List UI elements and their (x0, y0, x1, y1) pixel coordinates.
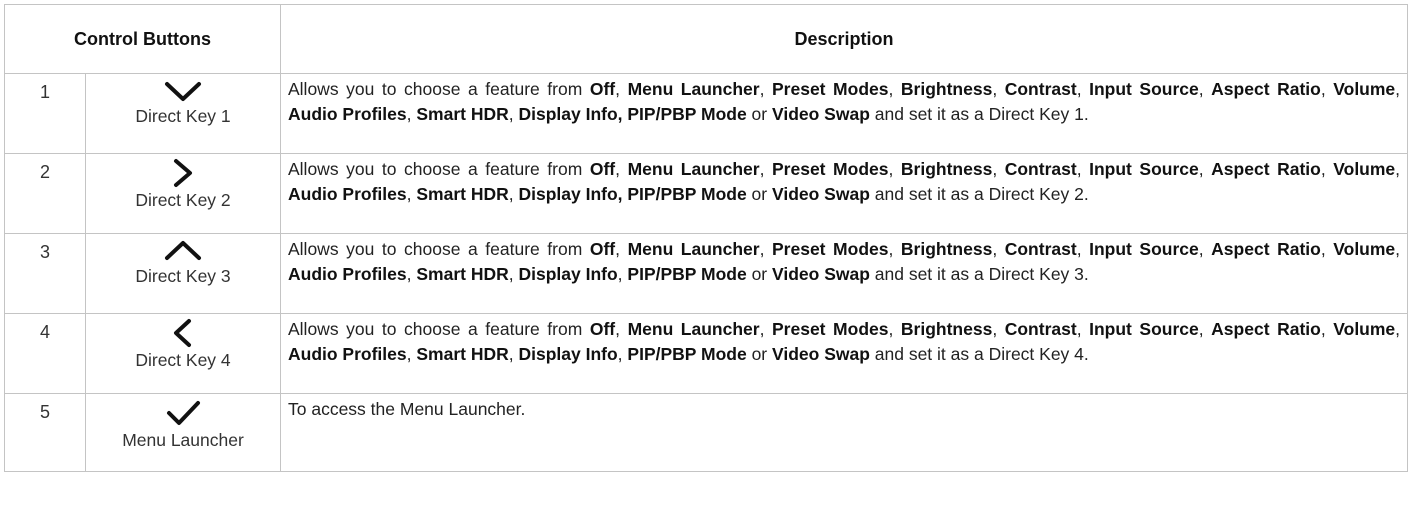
control-buttons-table: Control Buttons Description 1 Direct Key… (4, 4, 1408, 472)
row-number: 4 (4, 313, 86, 394)
table-row: 2 Direct Key 2 Allows you to choose a fe… (4, 153, 1408, 234)
header-description: Description (280, 4, 1408, 74)
chevron-down-icon (165, 82, 201, 101)
description-cell: Allows you to choose a feature from Off,… (280, 73, 1408, 154)
row-number: 3 (4, 233, 86, 314)
table-header-row: Control Buttons Description (4, 4, 1408, 74)
row-number: 2 (4, 153, 86, 234)
control-button-cell: Menu Launcher (85, 393, 281, 472)
table-row: 4 Direct Key 4 Allows you to choose a fe… (4, 313, 1408, 394)
control-button-cell: Direct Key 1 (85, 73, 281, 154)
row-number: 1 (4, 73, 86, 154)
chevron-up-icon (165, 241, 201, 260)
description-cell: Allows you to choose a feature from Off,… (280, 153, 1408, 234)
table-row: 1 Direct Key 1 Allows you to choose a fe… (4, 73, 1408, 154)
description-cell: Allows you to choose a feature from Off,… (280, 233, 1408, 314)
description-cell: Allows you to choose a feature from Off,… (280, 313, 1408, 394)
button-label: Direct Key 2 (135, 190, 231, 210)
table-row: 5 Menu Launcher To access the Menu Launc… (4, 393, 1408, 472)
chevron-right-icon (174, 159, 192, 187)
button-label: Direct Key 1 (135, 106, 231, 126)
control-button-cell: Direct Key 4 (85, 313, 281, 394)
control-button-cell: Direct Key 3 (85, 233, 281, 314)
table-row: 3 Direct Key 3 Allows you to choose a fe… (4, 233, 1408, 314)
chevron-left-icon (174, 319, 191, 347)
header-control-buttons: Control Buttons (4, 4, 281, 74)
checkmark-icon (167, 401, 200, 425)
button-label: Direct Key 4 (135, 350, 231, 370)
control-button-cell: Direct Key 2 (85, 153, 281, 234)
row-number: 5 (4, 393, 86, 472)
description-cell: To access the Menu Launcher. (280, 393, 1408, 472)
button-label: Direct Key 3 (135, 266, 231, 286)
button-label: Menu Launcher (122, 430, 244, 450)
